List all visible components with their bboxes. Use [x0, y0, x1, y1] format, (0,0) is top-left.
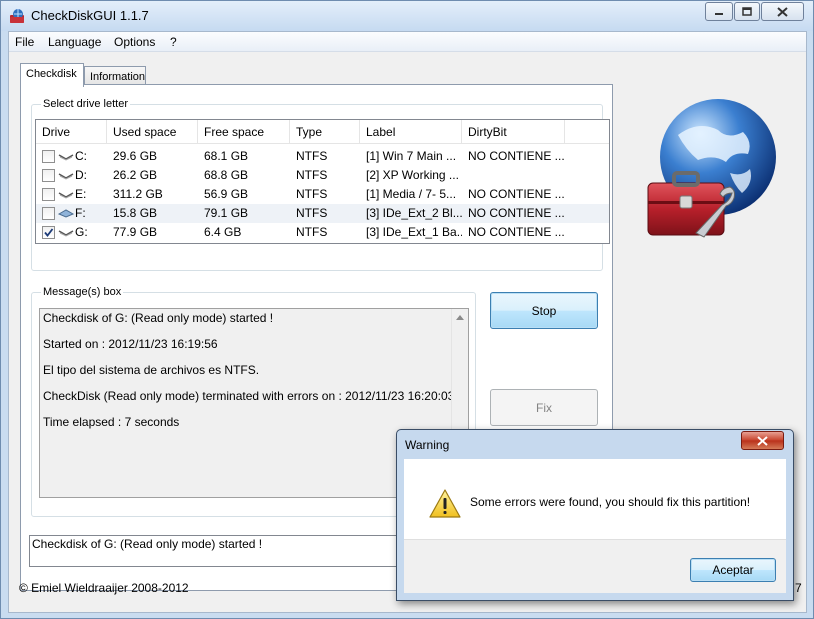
cell-drive: C: — [75, 149, 87, 163]
cell-dirty: NO CONTIENE ... — [468, 187, 565, 201]
cell-type: NTFS — [296, 149, 328, 163]
minimize-button[interactable] — [705, 2, 733, 21]
drive-row[interactable]: F: 15.8 GB 79.1 GB NTFS [3] IDe_Ext_2 Bl... N… — [36, 204, 609, 223]
cell-label: [3] IDe_Ext_2 Bl... — [366, 206, 462, 220]
cell-drive: G: — [75, 225, 88, 239]
column-type[interactable]: Type — [290, 120, 360, 144]
menu-help[interactable]: ? — [170, 35, 177, 49]
cell-dirty: NO CONTIENE ... — [468, 206, 565, 220]
status-text: Checkdisk of G: (Read only mode) started… — [32, 537, 263, 551]
drive-icon — [58, 209, 74, 218]
drive-checkbox[interactable] — [42, 207, 55, 220]
cell-dirty: NO CONTIENE ... — [468, 149, 565, 163]
cell-used: 15.8 GB — [113, 206, 158, 220]
cell-free: 68.8 GB — [204, 168, 249, 182]
drive-checkbox[interactable] — [42, 226, 55, 239]
drive-icon — [58, 154, 74, 161]
cell-type: NTFS — [296, 187, 328, 201]
maximize-icon — [742, 7, 752, 16]
maximize-button[interactable] — [734, 2, 760, 21]
message-line: Started on : 2012/11/23 16:19:56 — [43, 337, 218, 351]
dialog-close-button[interactable] — [741, 431, 784, 450]
window-title: CheckDiskGUI 1.1.7 — [31, 8, 149, 23]
stop-button[interactable]: Stop — [490, 292, 598, 329]
globe-toolbox-icon — [647, 99, 776, 238]
cell-drive: E: — [75, 187, 87, 201]
drive-row[interactable]: E: 311.2 GB 56.9 GB NTFS [1] Media / 7- 5...… — [36, 185, 609, 204]
scroll-up-arrow-icon[interactable] — [456, 315, 464, 320]
cell-free: 56.9 GB — [204, 187, 249, 201]
cell-drive: D: — [75, 168, 87, 182]
stop-button-label: Stop — [531, 303, 557, 318]
menu-language[interactable]: Language — [48, 35, 101, 49]
cell-used: 29.6 GB — [113, 149, 158, 163]
cell-label: [1] Media / 7- 5... — [366, 187, 457, 201]
drive-list[interactable]: Drive Used space Free space Type Label D… — [35, 119, 610, 244]
cell-label: [2] XP Working ... — [366, 168, 459, 182]
drive-icon — [58, 173, 74, 180]
drive-checkbox[interactable] — [42, 150, 55, 163]
column-label[interactable]: Label — [360, 120, 462, 144]
fix-button[interactable]: Fix — [490, 389, 598, 426]
cell-type: NTFS — [296, 168, 328, 182]
cell-free: 6.4 GB — [204, 225, 242, 239]
check-icon — [44, 228, 54, 237]
dialog-body: Some errors were found, you should fix t… — [404, 459, 786, 539]
cell-label: [3] IDe_Ext_1 Ba... — [366, 225, 462, 239]
tab-information-label: Information — [90, 71, 146, 83]
copyright-text: © Emiel Wieldraaijer 2008-2012 — [19, 581, 189, 595]
minimize-icon — [715, 12, 723, 15]
drive-checkbox[interactable] — [42, 188, 55, 201]
dialog-message: Some errors were found, you should fix t… — [470, 495, 751, 509]
close-button[interactable] — [761, 2, 804, 21]
tab-checkdisk[interactable]: Checkdisk — [20, 63, 84, 87]
drive-row[interactable]: C: 29.6 GB 68.1 GB NTFS [1] Win 7 Main ... NO… — [36, 147, 609, 166]
message-line: Checkdisk of G: (Read only mode) started… — [43, 311, 274, 325]
tab-checkdisk-label: Checkdisk — [26, 68, 77, 80]
cell-type: NTFS — [296, 225, 328, 239]
menu-options[interactable]: Options — [114, 35, 155, 49]
messages-group-label: Message(s) box — [41, 286, 124, 298]
dialog-title: Warning — [405, 438, 450, 452]
warning-dialog: Warning Some errors were found, you shou… — [396, 429, 794, 601]
fix-button-label: Fix — [536, 400, 552, 415]
message-line: Time elapsed : 7 seconds — [43, 415, 180, 429]
column-dirtybit[interactable]: DirtyBit — [462, 120, 565, 144]
app-icon — [10, 9, 24, 23]
cell-drive: F: — [75, 206, 86, 220]
cell-used: 311.2 GB — [113, 187, 163, 201]
cell-used: 26.2 GB — [113, 168, 158, 182]
message-line: CheckDisk (Read only mode) terminated wi… — [43, 389, 455, 403]
cell-dirty: NO CONTIENE ... — [468, 225, 565, 239]
cell-type: NTFS — [296, 206, 328, 220]
drive-icon — [58, 192, 74, 199]
drive-row[interactable]: G: 77.9 GB 6.4 GB NTFS [3] IDe_Ext_1 Ba... NO… — [36, 223, 609, 242]
drive-list-header: Drive Used space Free space Type Label D… — [36, 120, 609, 144]
partial-text: 7 — [795, 581, 802, 595]
drive-icon — [58, 230, 74, 237]
title-bar[interactable]: CheckDiskGUI 1.1.7 — [1, 1, 813, 31]
menu-bar: File Language Options ? — [9, 32, 806, 52]
drive-row[interactable]: D: 26.2 GB 68.8 GB NTFS [2] XP Working ... — [36, 166, 609, 185]
cell-free: 68.1 GB — [204, 149, 249, 163]
column-drive[interactable]: Drive — [36, 120, 107, 144]
drive-checkbox[interactable] — [42, 169, 55, 182]
accept-button[interactable]: Aceptar — [690, 558, 776, 582]
dialog-footer: Aceptar — [404, 539, 786, 593]
warning-icon — [429, 489, 461, 518]
column-used-space[interactable]: Used space — [107, 120, 198, 144]
drive-group-label: Select drive letter — [41, 98, 130, 110]
close-icon — [777, 6, 788, 17]
accept-button-label: Aceptar — [712, 563, 754, 577]
menu-file[interactable]: File — [15, 35, 34, 49]
cell-free: 79.1 GB — [204, 206, 249, 220]
cell-used: 77.9 GB — [113, 225, 158, 239]
status-textbox[interactable]: Checkdisk of G: (Read only mode) started… — [29, 535, 409, 567]
close-icon — [757, 435, 768, 446]
message-line: El tipo del sistema de archivos es NTFS. — [43, 363, 260, 377]
column-free-space[interactable]: Free space — [198, 120, 290, 144]
cell-label: [1] Win 7 Main ... — [366, 149, 457, 163]
